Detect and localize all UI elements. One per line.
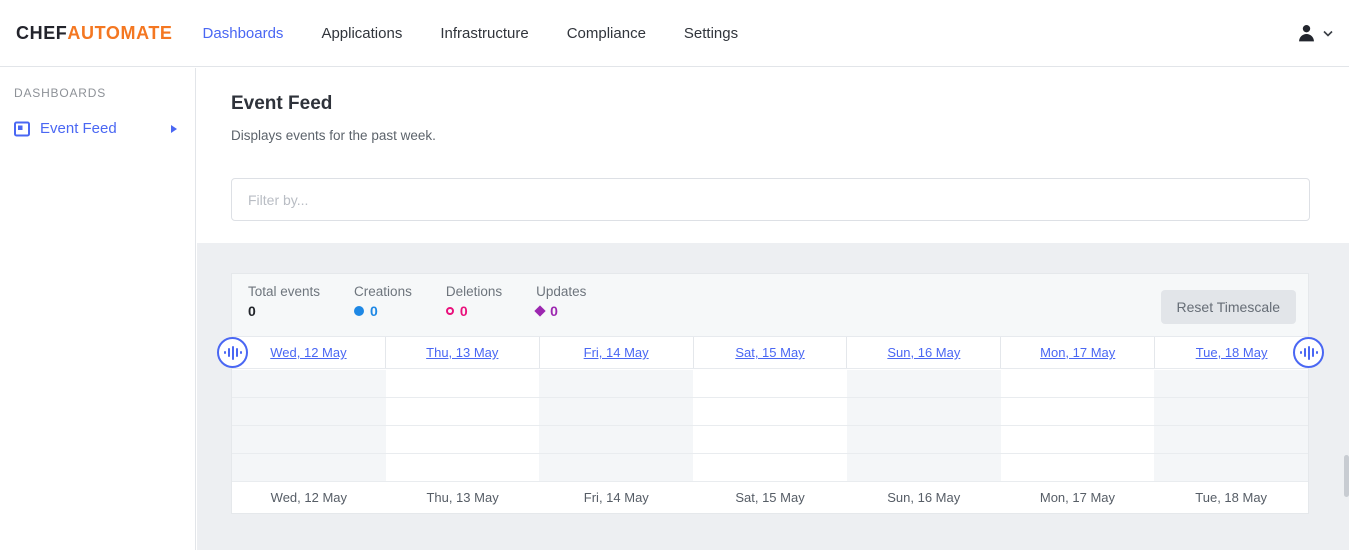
day-link[interactable]: Fri, 14 May: [584, 345, 649, 360]
day-header-cell: Mon, 17 May: [1000, 337, 1154, 368]
stat-label: Total events: [248, 284, 320, 299]
main-nav: Dashboards Applications Infrastructure C…: [203, 25, 777, 42]
top-navigation-bar: CHEFAUTOMATE Dashboards Applications Inf…: [0, 0, 1349, 67]
day-footer-label: Thu, 13 May: [386, 490, 540, 505]
timescale-slider-icon: [1300, 346, 1318, 360]
timeline-grid: [232, 370, 1308, 482]
page-title: Event Feed: [231, 93, 1349, 115]
stat-updates: Updates 0: [536, 284, 586, 319]
reset-timescale-button[interactable]: Reset Timescale: [1161, 290, 1296, 324]
stat-label: Updates: [536, 284, 586, 299]
day-footer-label: Sat, 15 May: [693, 490, 847, 505]
day-footer-label: Wed, 12 May: [232, 490, 386, 505]
day-footer-label: Fri, 14 May: [539, 490, 693, 505]
day-header-cell: Sat, 15 May: [693, 337, 847, 368]
event-feed-icon: [14, 121, 30, 137]
sidebar-item-event-feed[interactable]: Event Feed: [0, 114, 195, 143]
day-link[interactable]: Tue, 18 May: [1196, 345, 1268, 360]
stat-deletions: Deletions 0: [446, 284, 502, 319]
chevron-down-icon: [1323, 30, 1333, 37]
stat-value: 0: [248, 303, 320, 319]
logo-automate-text: AUTOMATE: [67, 23, 172, 43]
logo-chef-text: CHEF: [16, 23, 67, 43]
event-counts-bar: Total events 0 Creations 0 Deletions 0: [232, 274, 1308, 336]
page-subtitle: Displays events for the past week.: [231, 128, 1349, 143]
day-footer-label: Tue, 18 May: [1154, 490, 1308, 505]
day-link[interactable]: Thu, 13 May: [426, 345, 498, 360]
nav-item-settings[interactable]: Settings: [684, 25, 738, 42]
updates-marker-icon: [534, 305, 545, 316]
timeline-column: [386, 370, 540, 482]
timescale-slider-left-button[interactable]: [217, 337, 248, 368]
nav-item-applications[interactable]: Applications: [321, 25, 402, 42]
day-link[interactable]: Sat, 15 May: [735, 345, 804, 360]
creations-marker-icon: [354, 306, 364, 316]
stat-total-events: Total events 0: [248, 284, 320, 319]
day-header-cell: Tue, 18 May: [1154, 337, 1308, 368]
sidebar-item-label: Event Feed: [40, 120, 117, 137]
user-icon: [1296, 23, 1317, 44]
timeline-day-header-row: Wed, 12 May Thu, 13 May Fri, 14 May Sat,…: [232, 336, 1308, 369]
event-feed-panel: Total events 0 Creations 0 Deletions 0: [197, 243, 1349, 550]
day-link[interactable]: Mon, 17 May: [1040, 345, 1115, 360]
vertical-scrollbar-thumb[interactable]: [1344, 455, 1349, 497]
stat-label: Creations: [354, 284, 412, 299]
day-header-cell: Sun, 16 May: [846, 337, 1000, 368]
day-link[interactable]: Wed, 12 May: [270, 345, 346, 360]
chef-automate-logo[interactable]: CHEFAUTOMATE: [16, 23, 173, 44]
expand-arrow-icon[interactable]: [171, 125, 177, 133]
timescale-slider-icon: [224, 346, 242, 360]
day-footer-label: Mon, 17 May: [1001, 490, 1155, 505]
stat-value: 0: [550, 303, 558, 319]
timeline-column: [232, 370, 386, 482]
day-link[interactable]: Sun, 16 May: [887, 345, 960, 360]
day-header-cell: Thu, 13 May: [385, 337, 539, 368]
timeline-column: [1001, 370, 1155, 482]
timescale-slider-right-button[interactable]: [1293, 337, 1324, 368]
timeline-column: [847, 370, 1001, 482]
day-header-cell: Fri, 14 May: [539, 337, 693, 368]
day-footer-label: Sun, 16 May: [847, 490, 1001, 505]
event-timeline-card: Total events 0 Creations 0 Deletions 0: [231, 273, 1309, 514]
stat-value: 0: [370, 303, 378, 319]
stat-label: Deletions: [446, 284, 502, 299]
nav-item-dashboards[interactable]: Dashboards: [203, 25, 284, 42]
deletions-marker-icon: [446, 307, 454, 315]
filter-input[interactable]: [231, 178, 1310, 221]
timeline-day-footer-row: Wed, 12 May Thu, 13 May Fri, 14 May Sat,…: [232, 482, 1308, 513]
timeline-column: [1154, 370, 1308, 482]
sidebar-heading: DASHBOARDS: [14, 86, 195, 100]
stat-value: 0: [460, 303, 468, 319]
main-content: Event Feed Displays events for the past …: [197, 68, 1349, 550]
nav-item-infrastructure[interactable]: Infrastructure: [440, 25, 528, 42]
timeline-column: [539, 370, 693, 482]
day-header-cell: Wed, 12 May: [232, 337, 385, 368]
nav-item-compliance[interactable]: Compliance: [567, 25, 646, 42]
sidebar: DASHBOARDS Event Feed: [0, 68, 196, 550]
timeline-column: [693, 370, 847, 482]
user-menu-button[interactable]: [1296, 23, 1333, 44]
stat-creations: Creations 0: [354, 284, 412, 319]
